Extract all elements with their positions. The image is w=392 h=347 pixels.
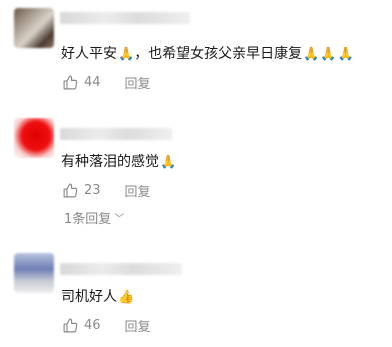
replies-count-label: 1条回复 [64,212,112,227]
reply-button[interactable]: 回复 [125,316,151,335]
comment-actions: 23 回复 [62,181,151,200]
reply-button[interactable]: 回复 [125,73,151,92]
reply-button[interactable]: 回复 [125,181,151,200]
username[interactable] [60,128,172,140]
avatar[interactable] [14,118,54,158]
comment-text: 有种落泪的感觉🙏 [61,154,177,170]
like-count: 44 [84,74,101,90]
chevron-down-icon: ﹀ [114,214,125,225]
thumbs-up-icon [63,75,78,89]
avatar[interactable] [14,8,54,48]
comment-actions: 44 回复 [62,73,151,92]
username[interactable] [60,12,190,24]
view-replies-link[interactable]: 1条回复 ﹀ [64,208,124,227]
comment-text: 好人平安🙏，也希望女孩父亲早日康复🙏🙏🙏 [61,46,354,62]
avatar[interactable] [14,253,54,293]
like-count: 23 [84,182,101,198]
like-button[interactable]: 23 [62,182,101,199]
like-count: 46 [84,317,101,333]
thumbs-up-icon [63,318,78,332]
like-button[interactable]: 44 [62,74,101,91]
like-button[interactable]: 46 [62,317,101,334]
thumbs-up-icon [63,183,78,197]
comment-text: 司机好人👍 [61,289,135,305]
username[interactable] [60,263,182,275]
comment-actions: 46 回复 [62,316,151,335]
